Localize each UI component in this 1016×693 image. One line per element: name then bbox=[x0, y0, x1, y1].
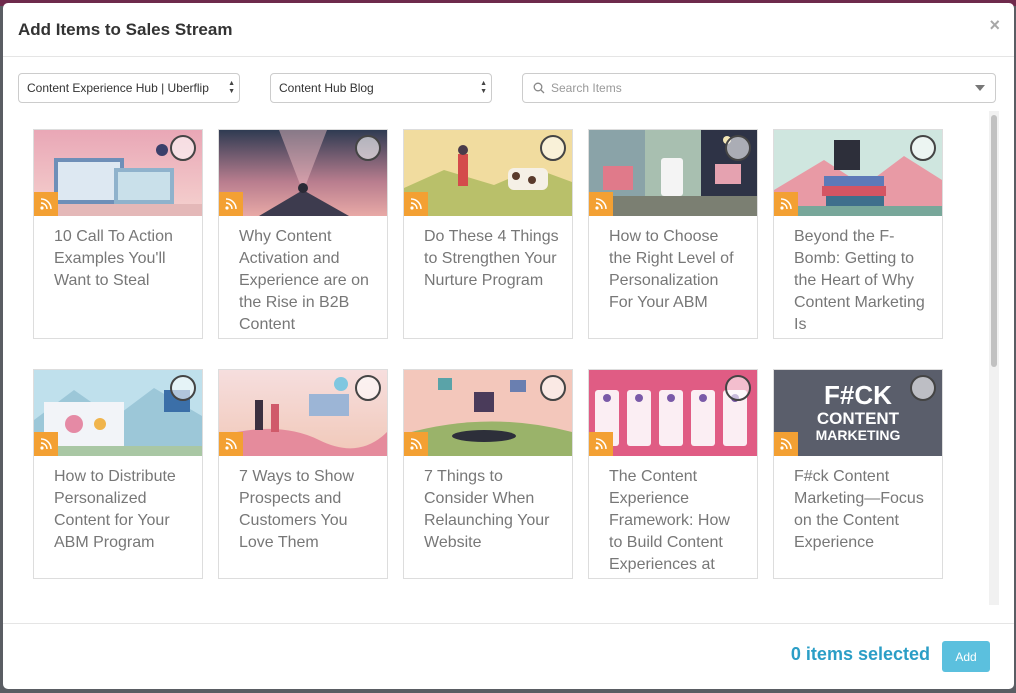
content-type-icon bbox=[219, 432, 243, 456]
item-title: How to Choose the Right Level of Persona… bbox=[609, 228, 734, 311]
search-icon bbox=[533, 82, 545, 94]
select-radio[interactable] bbox=[170, 375, 196, 401]
item-card[interactable]: How to Distribute Personalized Content f… bbox=[33, 369, 203, 579]
content-type-icon bbox=[219, 192, 243, 216]
item-title: Do These 4 Things to Strengthen Your Nur… bbox=[424, 228, 559, 289]
modal-header: Add Items to Sales Stream × bbox=[3, 3, 1014, 57]
item-title: How to Distribute Personalized Content f… bbox=[54, 468, 176, 551]
select-radio[interactable] bbox=[540, 375, 566, 401]
modal-title: Add Items to Sales Stream bbox=[18, 19, 233, 39]
select-radio[interactable] bbox=[910, 135, 936, 161]
thumb-text-line1: F#CK bbox=[824, 380, 892, 410]
thumb-text-line2: CONTENT bbox=[817, 409, 900, 428]
modal-footer: 0 items selected Add bbox=[3, 623, 1014, 689]
item-title: Beyond the F-Bomb: Getting to the Heart … bbox=[794, 228, 925, 333]
content-type-icon bbox=[589, 432, 613, 456]
hub-select-value: Content Experience Hub | Uberflip bbox=[27, 81, 209, 95]
content-type-icon bbox=[774, 192, 798, 216]
item-card[interactable]: F#CK CONTENT MARKETING F#ck Content Mark… bbox=[773, 369, 943, 579]
content-type-icon bbox=[34, 192, 58, 216]
item-card[interactable]: Beyond the F-Bomb: Getting to the Heart … bbox=[773, 129, 943, 339]
content-type-icon bbox=[404, 192, 428, 216]
item-card[interactable]: 10 Call To Action Examples You'll Want t… bbox=[33, 129, 203, 339]
search-box[interactable] bbox=[522, 73, 996, 103]
content-type-icon bbox=[34, 432, 58, 456]
add-button[interactable]: Add bbox=[942, 641, 990, 672]
items-grid: 10 Call To Action Examples You'll Want t… bbox=[3, 111, 1014, 613]
item-title: The Content Experience Framework: How to… bbox=[609, 468, 730, 573]
item-card[interactable]: 7 Ways to Show Prospects and Customers Y… bbox=[218, 369, 388, 579]
item-title: Why Content Activation and Experience ar… bbox=[239, 228, 369, 333]
content-type-icon bbox=[589, 192, 613, 216]
filter-bar: Content Experience Hub | Uberflip ▲ ▼ Con… bbox=[18, 73, 999, 103]
selected-count: 0 items selected bbox=[790, 644, 930, 664]
select-radio[interactable] bbox=[170, 135, 196, 161]
chevron-down-icon[interactable] bbox=[975, 85, 985, 91]
item-title: 10 Call To Action Examples You'll Want t… bbox=[54, 228, 173, 289]
item-title: 7 Ways to Show Prospects and Customers Y… bbox=[239, 468, 355, 551]
item-card[interactable]: The Content Experience Framework: How to… bbox=[588, 369, 758, 579]
item-card[interactable]: Why Content Activation and Experience ar… bbox=[218, 129, 388, 339]
select-radio[interactable] bbox=[725, 135, 751, 161]
item-title: F#ck Content Marketing—Focus on the Cont… bbox=[794, 468, 924, 551]
add-items-modal: Add Items to Sales Stream × Content Expe… bbox=[3, 3, 1014, 689]
item-title: 7 Things to Consider When Relaunching Yo… bbox=[424, 468, 550, 551]
scrollbar-thumb[interactable] bbox=[991, 115, 997, 367]
stream-select[interactable]: Content Hub Blog ▲ ▼ bbox=[270, 73, 492, 103]
select-radio[interactable] bbox=[540, 135, 566, 161]
thumb-text-line3: MARKETING bbox=[816, 427, 901, 443]
hub-select[interactable]: Content Experience Hub | Uberflip ▲ ▼ bbox=[18, 73, 240, 103]
select-radio[interactable] bbox=[355, 375, 381, 401]
select-radio[interactable] bbox=[355, 135, 381, 161]
stream-select-value: Content Hub Blog bbox=[279, 81, 374, 95]
content-type-icon bbox=[404, 432, 428, 456]
select-radio[interactable] bbox=[910, 375, 936, 401]
close-button[interactable]: × bbox=[989, 16, 1000, 34]
content-type-icon bbox=[774, 432, 798, 456]
item-card[interactable]: 7 Things to Consider When Relaunching Yo… bbox=[403, 369, 573, 579]
select-arrows-icon: ▲ ▼ bbox=[228, 80, 235, 95]
select-radio[interactable] bbox=[725, 375, 751, 401]
grid-scrollbar[interactable] bbox=[989, 111, 999, 605]
select-arrows-icon: ▲ ▼ bbox=[480, 80, 487, 95]
search-input[interactable] bbox=[551, 81, 969, 95]
item-card[interactable]: Do These 4 Things to Strengthen Your Nur… bbox=[403, 129, 573, 339]
item-card[interactable]: How to Choose the Right Level of Persona… bbox=[588, 129, 758, 339]
